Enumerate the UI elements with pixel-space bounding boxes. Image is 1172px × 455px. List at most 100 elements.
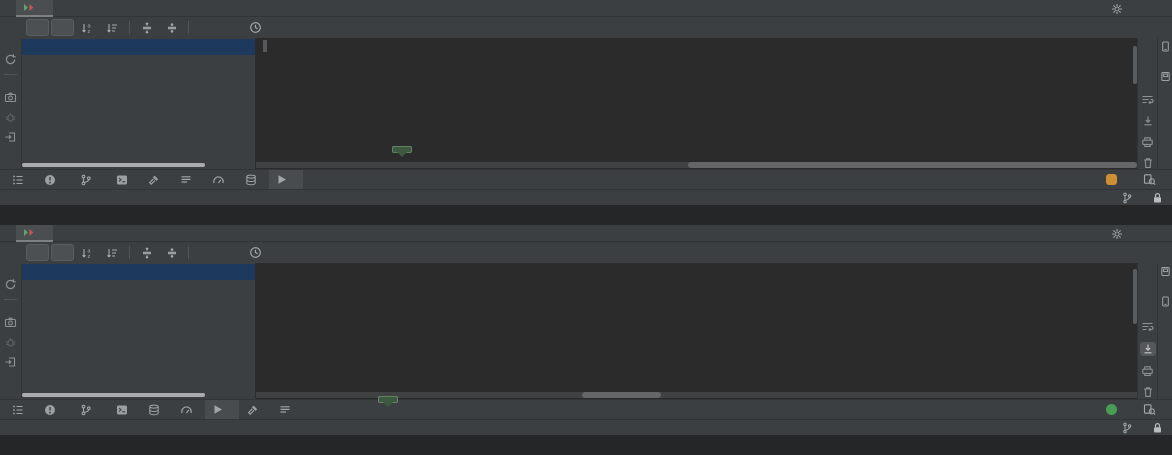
soft-wrap-icon[interactable] bbox=[1140, 94, 1156, 107]
console-line bbox=[263, 373, 1137, 389]
test-tree-root-row[interactable] bbox=[22, 39, 255, 55]
test-run-config-icon bbox=[23, 2, 35, 13]
toolwindow-build[interactable] bbox=[239, 400, 271, 420]
next-occurrence-icon[interactable] bbox=[219, 244, 242, 261]
toolwindow-profiler[interactable] bbox=[172, 400, 205, 420]
show-passed-toggle[interactable] bbox=[26, 244, 49, 261]
toolwindow-logcat[interactable] bbox=[172, 170, 204, 190]
clear-all-icon[interactable] bbox=[1140, 156, 1156, 169]
toolwindow-profiler[interactable] bbox=[204, 170, 237, 190]
tree-horizontal-scrollbar[interactable] bbox=[22, 163, 205, 167]
layout-inspector-button[interactable] bbox=[1135, 170, 1168, 190]
expand-all-icon[interactable] bbox=[135, 19, 158, 36]
show-ignored-toggle[interactable] bbox=[51, 19, 74, 36]
previous-occurrence-icon[interactable] bbox=[194, 19, 217, 36]
dock-emulator[interactable] bbox=[1160, 296, 1171, 310]
toolwindow-run[interactable] bbox=[205, 400, 239, 420]
git-branch-widget[interactable] bbox=[1122, 192, 1135, 204]
gear-icon[interactable] bbox=[1111, 3, 1123, 15]
layout-inspector-button[interactable] bbox=[1135, 400, 1168, 420]
toolwindow-git[interactable] bbox=[72, 170, 108, 190]
dock-device-file-explorer[interactable] bbox=[1160, 71, 1171, 85]
toolwindow-terminal[interactable] bbox=[108, 400, 140, 420]
test-tree-row[interactable] bbox=[22, 296, 255, 312]
show-ignored-toggle[interactable] bbox=[51, 244, 74, 261]
scroll-up-icon[interactable] bbox=[1140, 52, 1156, 65]
scrollbar-thumb[interactable] bbox=[688, 162, 1137, 168]
toolwindow-build[interactable] bbox=[140, 170, 172, 190]
sort-alphabetically-icon[interactable]: az bbox=[76, 244, 99, 261]
toolwindow-logcat[interactable] bbox=[271, 400, 303, 420]
import-test-results-icon[interactable] bbox=[4, 131, 17, 143]
bug-icon[interactable] bbox=[4, 336, 17, 348]
toolwindow-problems[interactable] bbox=[36, 170, 72, 190]
collapse-all-icon[interactable] bbox=[160, 19, 183, 36]
lock-icon[interactable] bbox=[1152, 422, 1163, 434]
console-output[interactable] bbox=[255, 263, 1137, 399]
right-tool-dock bbox=[1157, 38, 1172, 169]
print-icon[interactable] bbox=[1140, 364, 1156, 378]
import-test-results-icon[interactable] bbox=[4, 356, 17, 368]
console-vertical-scrollbar[interactable] bbox=[1133, 269, 1137, 324]
test-history-icon[interactable] bbox=[244, 244, 267, 261]
test-tree-root-row[interactable] bbox=[22, 264, 255, 280]
branch-icon bbox=[1122, 422, 1132, 434]
previous-occurrence-icon[interactable] bbox=[194, 244, 217, 261]
run-tab[interactable] bbox=[16, 0, 53, 17]
scroll-up-icon[interactable] bbox=[1140, 277, 1156, 291]
gear-icon[interactable] bbox=[1111, 228, 1123, 240]
event-log-button[interactable] bbox=[1098, 400, 1129, 420]
sort-alphabetically-icon[interactable]: az bbox=[76, 19, 99, 36]
toolbar-separator bbox=[129, 246, 130, 259]
console-output[interactable] bbox=[255, 38, 1137, 169]
toolwindow-problems[interactable] bbox=[36, 400, 72, 420]
scroll-down-icon[interactable] bbox=[1140, 299, 1156, 313]
soft-wrap-icon[interactable] bbox=[1140, 320, 1156, 334]
collapse-all-icon[interactable] bbox=[160, 244, 183, 261]
lock-icon[interactable] bbox=[1152, 192, 1163, 204]
problems-icon bbox=[44, 174, 56, 186]
dock-emulator[interactable] bbox=[1160, 41, 1171, 55]
header-actions bbox=[1111, 225, 1136, 242]
tree-horizontal-scrollbar[interactable] bbox=[22, 393, 205, 397]
toolwindow-run[interactable] bbox=[269, 170, 303, 190]
dock-device-file-explorer[interactable] bbox=[1160, 266, 1171, 280]
test-tree-row[interactable] bbox=[22, 280, 255, 296]
scroll-to-end-icon[interactable] bbox=[1140, 342, 1156, 356]
scroll-down-icon[interactable] bbox=[1140, 73, 1156, 86]
sort-by-duration-icon[interactable] bbox=[101, 19, 124, 36]
toolwindow-database-inspector[interactable] bbox=[140, 400, 172, 420]
clear-all-icon[interactable] bbox=[1140, 385, 1156, 399]
test-tree-row[interactable] bbox=[22, 55, 255, 71]
toolwindow-database-inspector[interactable] bbox=[237, 170, 269, 190]
scrollbar-thumb[interactable] bbox=[582, 392, 661, 398]
camera-icon[interactable] bbox=[4, 91, 17, 103]
console-toolbar bbox=[1137, 38, 1157, 169]
camera-icon[interactable] bbox=[4, 316, 17, 328]
test-history-icon[interactable] bbox=[244, 19, 267, 36]
toolwindow-terminal[interactable] bbox=[108, 170, 140, 190]
branch-icon bbox=[1122, 192, 1132, 204]
console-horizontal-scrollbar[interactable] bbox=[256, 162, 1137, 168]
rerun-icon[interactable] bbox=[4, 278, 17, 291]
event-log-button[interactable] bbox=[1098, 170, 1129, 190]
test-tree-row[interactable] bbox=[22, 328, 255, 344]
print-icon[interactable] bbox=[1140, 135, 1156, 148]
console-vertical-scrollbar[interactable] bbox=[1133, 46, 1137, 84]
event-log-badge bbox=[1106, 404, 1117, 415]
toolwindow-todo[interactable] bbox=[4, 170, 36, 190]
show-passed-toggle[interactable] bbox=[26, 19, 49, 36]
bug-icon[interactable] bbox=[4, 111, 17, 123]
expand-all-icon[interactable] bbox=[135, 244, 158, 261]
run-tab[interactable] bbox=[16, 225, 53, 242]
scroll-to-end-icon[interactable] bbox=[1140, 114, 1156, 127]
test-tree-row[interactable] bbox=[22, 312, 255, 328]
rerun-icon[interactable] bbox=[4, 53, 17, 66]
git-branch-widget[interactable] bbox=[1122, 422, 1135, 434]
sort-by-duration-icon[interactable] bbox=[101, 244, 124, 261]
emulator-icon bbox=[1160, 296, 1171, 307]
toolwindow-git[interactable] bbox=[72, 400, 108, 420]
toolwindow-todo[interactable] bbox=[4, 400, 36, 420]
next-occurrence-icon[interactable] bbox=[219, 19, 242, 36]
run-tool-window-091: az bbox=[0, 0, 1172, 225]
